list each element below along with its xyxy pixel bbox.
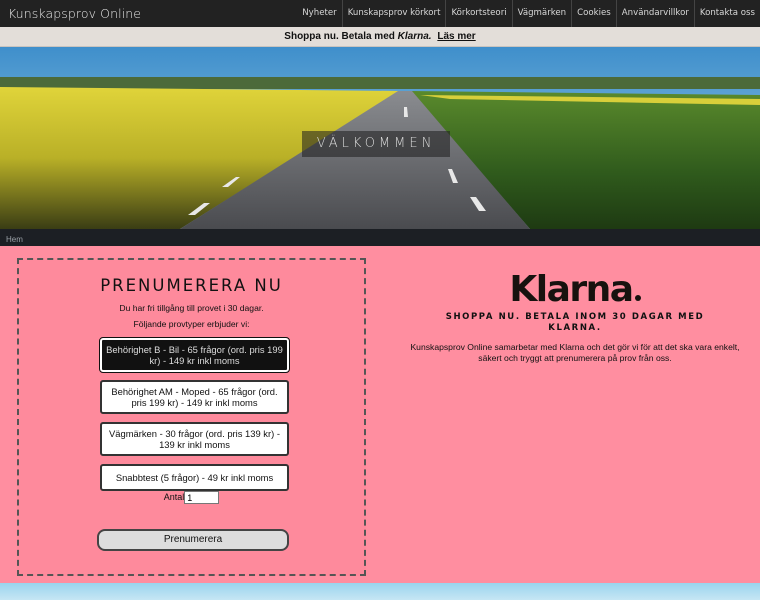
- nav-item-nyheter[interactable]: Nyheter: [297, 0, 341, 27]
- subscribe-button[interactable]: Prenumerera: [97, 529, 289, 551]
- nav-item-kunskapsprov[interactable]: Kunskapsprov körkort: [341, 0, 446, 27]
- klarna-description: Kunskapsprov Online samarbetar med Klarn…: [410, 342, 740, 363]
- site-brand[interactable]: Kunskapsprov Online: [0, 0, 294, 27]
- trial-text: Du har fri tillgång till provet i 30 dag…: [119, 303, 264, 313]
- top-navbar: Kunskapsprov Online Nyheter Kunskapsprov…: [0, 0, 760, 27]
- klarna-banner-brand: Klarna.: [397, 31, 432, 42]
- option-am-moped[interactable]: Behörighet AM - Moped - 65 frågor (ord. …: [100, 380, 289, 414]
- options-intro: Följande provtyper erbjuder vi:: [133, 319, 250, 329]
- nav-item-anvandarvillkor[interactable]: Användarvillkor: [615, 0, 694, 27]
- bottom-sky-strip: [0, 583, 760, 600]
- nav-item-vagmarken[interactable]: Vägmärken: [511, 0, 572, 27]
- klarna-read-more-link[interactable]: Läs mer: [437, 31, 475, 42]
- klarna-banner: Shoppa nu. Betala med Klarna. Läs mer: [0, 27, 760, 47]
- nav-item-kontakta-oss[interactable]: Kontakta oss: [693, 0, 760, 27]
- klarna-panel: Klarna SHOPPA NU. BETALA INOM 30 DAGAR M…: [405, 270, 745, 364]
- option-snabbtest[interactable]: Snabbtest (5 frågor) - 49 kr inkl moms: [100, 464, 289, 491]
- hero-banner: VÄLKOMMEN: [0, 47, 760, 229]
- welcome-heading: VÄLKOMMEN: [302, 131, 450, 157]
- nav-item-korkortsteori[interactable]: Körkortsteori: [445, 0, 511, 27]
- klarna-logo: Klarna: [405, 270, 745, 310]
- breadcrumb-home[interactable]: Hem: [0, 235, 23, 244]
- quantity-label: Antal: [163, 491, 185, 502]
- quantity-row: Antal: [19, 491, 364, 504]
- nav-item-cookies[interactable]: Cookies: [571, 0, 616, 27]
- option-vagmarken[interactable]: Vägmärken - 30 frågor (ord. pris 139 kr)…: [100, 422, 289, 456]
- main-content: PRENUMERERA NU Du har fri tillgång till …: [0, 246, 760, 583]
- klarna-logo-text: Klarna: [509, 269, 634, 310]
- klarna-tagline: SHOPPA NU. BETALA INOM 30 DAGAR MED KLAR…: [445, 312, 705, 333]
- nav-menu: Nyheter Kunskapsprov körkort Körkortsteo…: [294, 0, 760, 27]
- option-b-bil[interactable]: Behörighet B - Bil - 65 frågor (ord. pri…: [99, 337, 290, 373]
- klarna-banner-text: Shoppa nu. Betala med: [284, 31, 395, 42]
- breadcrumb: Hem: [0, 229, 760, 246]
- quantity-input[interactable]: [184, 491, 220, 504]
- subscribe-title: PRENUMERERA NU: [100, 276, 283, 295]
- klarna-logo-dot: [634, 295, 641, 301]
- subscribe-box: PRENUMERERA NU Du har fri tillgång till …: [17, 258, 366, 576]
